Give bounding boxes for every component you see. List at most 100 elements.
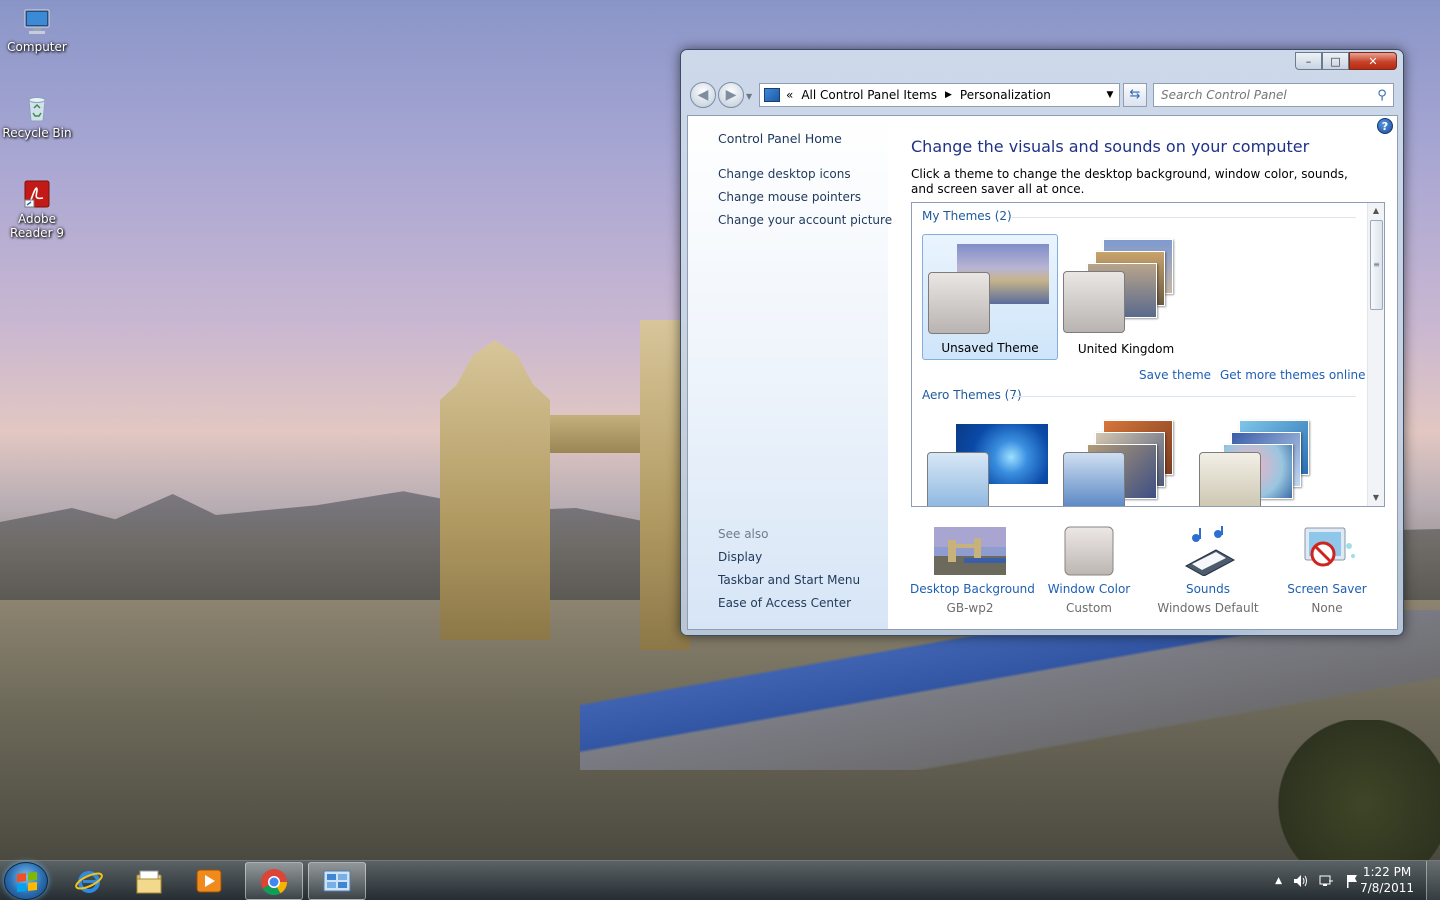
volume-icon[interactable] <box>1292 873 1308 889</box>
recycle-bin-icon <box>28 97 46 122</box>
see-also-heading: See also <box>718 527 769 541</box>
screen-saver-icon <box>1304 527 1355 567</box>
taskbar-internet-explorer[interactable] <box>61 862 119 900</box>
scroll-up-icon[interactable]: ▲ <box>1368 203 1384 219</box>
theme-label: Unsaved Theme <box>941 341 1039 355</box>
ease-of-access-link[interactable]: Ease of Access Center <box>718 596 851 610</box>
group-divider <box>1012 396 1356 397</box>
change-account-picture-link[interactable]: Change your account picture <box>718 213 892 227</box>
computer-icon <box>24 9 50 34</box>
sounds-title: Sounds <box>1185 582 1231 596</box>
theme-characters[interactable] <box>1194 415 1330 506</box>
chrome-icon <box>261 869 288 896</box>
desktop-icon-label: Recycle Bin <box>2 126 72 140</box>
refresh-icon: ⇆ <box>1129 87 1141 102</box>
desktop-background-title: Desktop Background <box>910 582 1035 596</box>
get-more-themes-link[interactable]: Get more themes online <box>1220 368 1366 382</box>
save-theme-link[interactable]: Save theme <box>1139 368 1211 382</box>
wallpaper-bridge-tower <box>440 340 550 640</box>
personalization-window: – □ ✕ ◀ ▶ ▼ « All Control Panel Items ▶ … <box>680 49 1404 636</box>
forward-button[interactable]: ▶ <box>718 82 744 108</box>
change-mouse-pointers-link[interactable]: Change mouse pointers <box>718 190 861 204</box>
task-pane: Control Panel Home Change desktop icons … <box>688 116 892 629</box>
wallpaper-trees <box>1250 720 1440 860</box>
action-center-flag-icon[interactable] <box>1344 873 1360 889</box>
theme-label: United Kingdom <box>1077 342 1175 356</box>
taskbar-control-panel[interactable] <box>308 862 366 900</box>
address-dropdown-icon[interactable]: ▼ <box>1101 90 1119 100</box>
control-panel-home-link[interactable]: Control Panel Home <box>718 131 842 146</box>
show-hidden-icons-button[interactable]: ▲ <box>1275 876 1282 886</box>
clock-date: 7/8/2011 <box>1360 881 1414 895</box>
taskbar-media-player[interactable] <box>181 862 239 900</box>
media-player-icon <box>196 869 222 893</box>
desktop-icon-computer[interactable]: Computer <box>0 6 74 54</box>
page-description: Click a theme to change the desktop back… <box>911 167 1348 196</box>
clock[interactable]: 1:22 PM 7/8/2011 <box>1360 864 1414 896</box>
wallpaper-bridge-walkway <box>460 415 680 453</box>
theme-united-kingdom[interactable]: United Kingdom <box>1058 234 1194 360</box>
scroll-down-icon[interactable]: ▼ <box>1368 490 1384 506</box>
desktop-icon-adobe-reader[interactable]: Adobe Reader 9 <box>0 178 74 240</box>
group-divider <box>1012 217 1356 218</box>
group-header-my-themes[interactable]: My Themes (2) <box>922 209 1012 223</box>
search-icon[interactable]: ⚲ <box>1371 88 1393 103</box>
screen-saver-item[interactable]: Screen Saver None <box>1267 526 1387 615</box>
adobe-reader-icon <box>24 180 50 208</box>
address-bar[interactable]: « All Control Panel Items ▶ Personalizat… <box>759 83 1120 107</box>
window-color-item[interactable]: Window Color Custom <box>1029 526 1149 615</box>
show-desktop-button[interactable] <box>1426 861 1440 900</box>
maximize-button[interactable]: □ <box>1322 52 1349 70</box>
window-content: Control Panel Home Change desktop icons … <box>687 115 1398 630</box>
display-link[interactable]: Display <box>718 550 762 564</box>
desktop-icon-label: Adobe Reader 9 <box>10 212 64 240</box>
theme-architecture[interactable] <box>1058 415 1194 506</box>
notification-area: ▲ <box>1275 861 1360 900</box>
taskbar-start-menu-link[interactable]: Taskbar and Start Menu <box>718 573 860 587</box>
taskbar-chrome[interactable] <box>245 862 303 900</box>
theme-list: My Themes (2) Unsaved Theme United Kingd… <box>911 202 1385 507</box>
desktop-icon-recycle-bin[interactable]: Recycle Bin <box>0 92 74 140</box>
scroll-thumb[interactable]: ≡ <box>1370 220 1383 310</box>
taskbar-windows-explorer[interactable] <box>121 862 179 900</box>
group-header-aero-themes[interactable]: Aero Themes (7) <box>922 388 1022 402</box>
window-color-title: Window Color <box>1047 582 1131 596</box>
search-input[interactable] <box>1161 88 1371 102</box>
theme-window-color-preview <box>1063 271 1125 333</box>
wallpaper-icon <box>934 527 1006 575</box>
close-button[interactable]: ✕ <box>1349 52 1397 70</box>
windows-explorer-icon <box>136 870 162 894</box>
theme-unsaved[interactable]: Unsaved Theme <box>922 234 1058 360</box>
start-button[interactable] <box>4 862 48 900</box>
back-button[interactable]: ◀ <box>690 82 716 108</box>
theme-window-color-preview <box>1063 452 1125 506</box>
caption-buttons: – □ ✕ <box>1295 52 1397 70</box>
breadcrumb-separator-icon[interactable]: ▶ <box>945 90 952 100</box>
desktop-background-item[interactable]: Desktop Background GB-wp2 <box>910 526 1035 615</box>
taskbar: ▲ 1:22 PM 7/8/2011 <box>0 860 1440 900</box>
theme-windows-7[interactable] <box>922 415 1058 506</box>
desktop-background-value: GB-wp2 <box>946 601 994 615</box>
breadcrumb-personalization[interactable]: Personalization <box>960 88 1051 102</box>
desktop-icon-label: Computer <box>7 40 67 54</box>
screen-saver-title: Screen Saver <box>1287 582 1367 596</box>
clock-time: 1:22 PM <box>1362 865 1412 879</box>
control-panel-icon <box>764 88 780 102</box>
theme-window-color-preview <box>927 452 989 506</box>
recent-pages-dropdown[interactable]: ▼ <box>746 92 752 101</box>
change-desktop-icons-link[interactable]: Change desktop icons <box>718 167 851 181</box>
search-box[interactable]: ⚲ <box>1153 83 1394 107</box>
sounds-item[interactable]: Sounds Windows Default <box>1148 526 1268 615</box>
wallpaper-river <box>0 600 1440 860</box>
help-icon[interactable]: ? <box>1377 118 1393 134</box>
windows-logo-icon <box>17 871 37 893</box>
theme-list-scrollbar[interactable]: ▲ ≡ ▼ <box>1367 203 1384 506</box>
network-icon[interactable] <box>1318 873 1334 889</box>
main-pane: ? Change the visuals and sounds on your … <box>888 116 1397 629</box>
control-panel-icon <box>323 870 351 892</box>
address-overflow[interactable]: « <box>786 88 793 102</box>
minimize-button[interactable]: – <box>1295 52 1322 70</box>
window-color-value: Custom <box>1066 601 1112 615</box>
breadcrumb-all-items[interactable]: All Control Panel Items <box>801 88 937 102</box>
refresh-button[interactable]: ⇆ <box>1123 83 1147 107</box>
